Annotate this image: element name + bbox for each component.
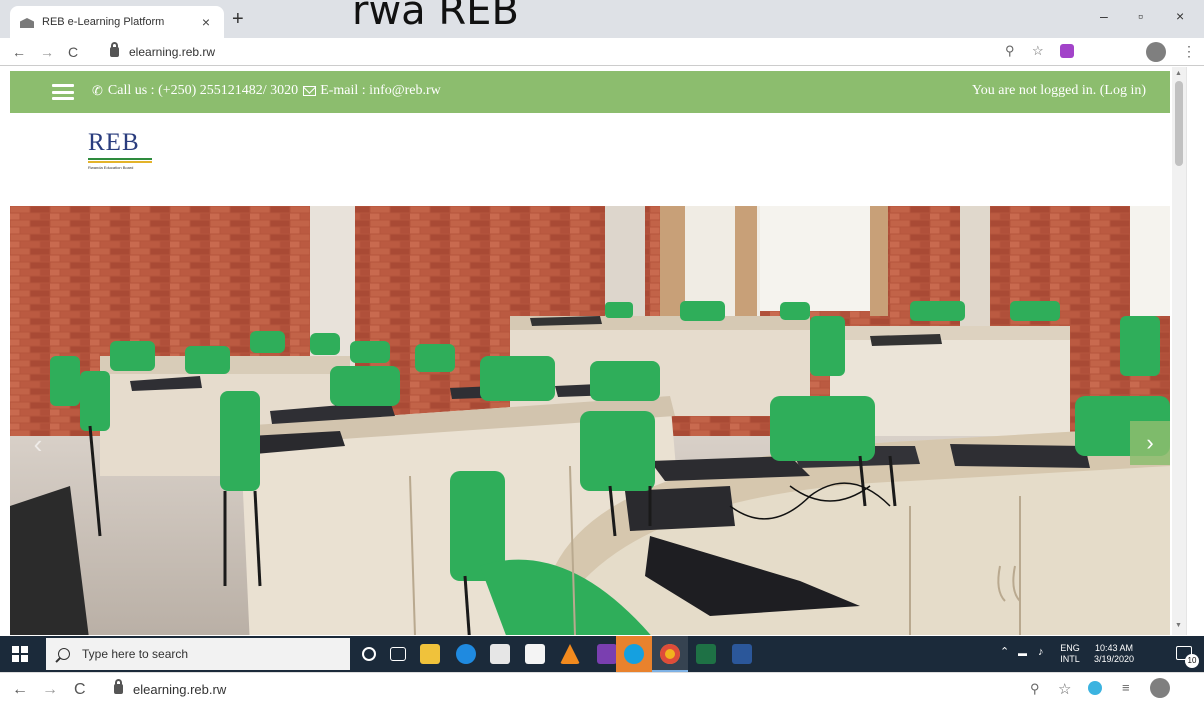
url-field[interactable]: elearning.reb.rw	[110, 42, 995, 62]
minimize-button[interactable]: –	[1100, 8, 1108, 24]
taskbar-search-box[interactable]: Type here to search	[46, 638, 350, 670]
forward-button[interactable]: →	[40, 44, 54, 60]
edge-browser-icon[interactable]	[456, 644, 476, 664]
skype-icon[interactable]	[624, 644, 644, 664]
tab-close-button[interactable]: ×	[198, 14, 214, 30]
restore-button[interactable]: ▫	[1138, 8, 1143, 24]
tab-title: REB e-Learning Platform	[42, 16, 165, 28]
bottom-zoom-icon[interactable]: ⚲	[1030, 681, 1040, 697]
hero-slider: ‹ ›	[10, 206, 1170, 635]
url-text: elearning.reb.rw	[129, 45, 216, 59]
onenote-icon[interactable]	[597, 644, 617, 664]
side-panel-gutter	[1186, 67, 1204, 635]
task-view-icon[interactable]	[390, 647, 406, 661]
profile-avatar[interactable]	[1146, 42, 1166, 62]
language-indicator[interactable]: ENG INTL	[1056, 643, 1084, 665]
slider-next-button[interactable]: ›	[1130, 421, 1170, 465]
language-code: ENG	[1060, 643, 1080, 653]
slider-prev-button[interactable]: ‹	[18, 424, 58, 464]
favicon-icon	[20, 15, 34, 29]
contact-phone: Call us : (+250) 255121482/ 3020	[107, 83, 299, 98]
search-icon	[58, 648, 70, 660]
contact-email[interactable]: E-mail : info@reb.rw	[320, 83, 441, 99]
phone-icon: ✆	[92, 83, 103, 98]
bookmark-star-icon[interactable]: ☆	[1032, 43, 1044, 59]
clock-date: 3/19/2020	[1093, 654, 1135, 664]
bottom-address-bar: ← → C elearning.reb.rw ⚲ ☆ ≡	[0, 672, 1204, 703]
volume-icon[interactable]: ♪	[1038, 647, 1044, 658]
tray-expand-icon[interactable]: ⌃	[1000, 647, 1009, 658]
close-window-button[interactable]: ×	[1176, 8, 1184, 24]
back-button[interactable]: ←	[12, 44, 26, 60]
word-icon[interactable]	[732, 644, 752, 664]
windows-taskbar: Type here to search ⌃ ▬ ♪ ENG INTL 10:43…	[0, 636, 1204, 672]
logo-text: REB	[88, 129, 140, 156]
vlc-icon[interactable]	[560, 644, 580, 664]
search-placeholder: Type here to search	[82, 647, 189, 661]
bottom-lock-icon	[114, 679, 123, 694]
bottom-url-text: elearning.reb.rw	[133, 681, 227, 697]
logo-subtitle: Rwanda Education Board	[88, 165, 134, 170]
overlay-title: rwa REB	[352, 0, 519, 34]
network-icon[interactable]: ▬	[1018, 648, 1027, 659]
site-topbar: ✆ Call us : (+250) 255121482/ 3020 E-mai…	[10, 71, 1170, 113]
file-explorer-icon[interactable]	[420, 644, 440, 664]
bottom-back-button[interactable]: ←	[12, 681, 28, 699]
scroll-up-icon[interactable]: ▲	[1175, 70, 1182, 77]
logo-stripe-green	[88, 158, 152, 160]
bottom-forward-button[interactable]: →	[42, 681, 58, 699]
mail-app-icon[interactable]	[525, 644, 545, 664]
bottom-reload-button[interactable]: C	[74, 681, 86, 699]
cortana-icon[interactable]	[362, 647, 376, 661]
browser-tabstrip: REB e-Learning Platform × + rwa REB – ▫ …	[0, 0, 1204, 38]
bottom-url-field[interactable]: elearning.reb.rw	[114, 679, 999, 699]
browser-tab[interactable]: REB e-Learning Platform ×	[10, 6, 224, 38]
hamburger-menu-icon[interactable]	[52, 84, 74, 100]
lock-icon	[110, 42, 119, 57]
login-status[interactable]: You are not logged in. (Log in)	[972, 83, 1146, 99]
clock-time: 10:43 AM	[1094, 643, 1134, 653]
web-page: ✆ Call us : (+250) 255121482/ 3020 E-mai…	[0, 67, 1172, 635]
scroll-down-icon[interactable]: ▼	[1175, 622, 1182, 629]
bottom-bookmark-star-icon[interactable]: ☆	[1058, 680, 1071, 698]
new-tab-button[interactable]: +	[232, 9, 244, 29]
excel-icon[interactable]	[696, 644, 716, 664]
reb-logo[interactable]: REB Rwanda Education Board	[88, 129, 156, 175]
windows-start-icon[interactable]	[12, 646, 28, 662]
clock[interactable]: 10:43 AM 3/19/2020	[1088, 643, 1140, 665]
logo-stripe-yellow	[88, 161, 152, 163]
address-bar: ← → C elearning.reb.rw ⚲ ☆ ⋮	[0, 38, 1204, 66]
chrome-icon[interactable]	[660, 644, 680, 664]
keyboard-layout: INTL	[1060, 654, 1080, 664]
zoom-icon[interactable]: ⚲	[1005, 43, 1015, 59]
bottom-extension-icon[interactable]	[1088, 681, 1102, 695]
classroom-photo	[10, 206, 1170, 635]
reading-list-icon[interactable]: ≡	[1122, 680, 1130, 695]
scrollbar-thumb[interactable]	[1175, 81, 1183, 166]
bottom-profile-avatar[interactable]	[1150, 678, 1170, 698]
contact-info: ✆ Call us : (+250) 255121482/ 3020 E-mai…	[92, 83, 441, 99]
mail-icon	[303, 86, 317, 96]
page-scrollbar[interactable]: ▲ ▼	[1172, 67, 1186, 635]
browser-menu-icon[interactable]: ⋮	[1182, 43, 1196, 60]
store-icon[interactable]	[490, 644, 510, 664]
notification-count-badge: 10	[1185, 654, 1199, 668]
extension-icon[interactable]	[1060, 44, 1074, 58]
reload-button[interactable]: C	[68, 44, 78, 60]
